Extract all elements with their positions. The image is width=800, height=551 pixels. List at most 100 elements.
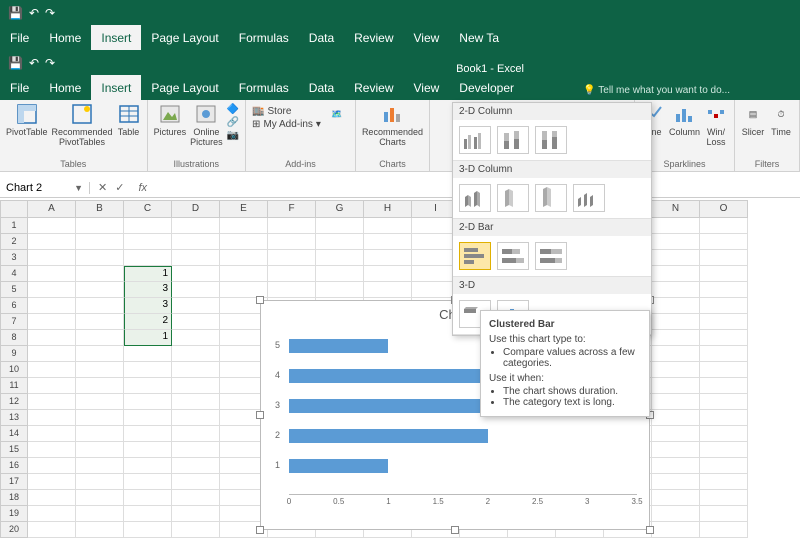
row-header[interactable]: 2: [0, 234, 28, 250]
stacked-column-icon[interactable]: [497, 126, 529, 154]
cell[interactable]: [28, 458, 76, 474]
menu-tab-page-layout[interactable]: Page Layout: [141, 75, 228, 100]
column-header[interactable]: F: [268, 200, 316, 218]
clustered-column-icon[interactable]: [459, 126, 491, 154]
3d-stacked-column-icon[interactable]: [497, 184, 529, 212]
cell[interactable]: [172, 218, 220, 234]
cell[interactable]: [700, 266, 748, 282]
cell[interactable]: [172, 314, 220, 330]
cell[interactable]: [28, 234, 76, 250]
menu-tab-insert[interactable]: Insert: [91, 75, 141, 100]
cell[interactable]: [124, 234, 172, 250]
cell[interactable]: [364, 234, 412, 250]
cancel-formula-icon[interactable]: ✕: [98, 181, 107, 194]
row-header[interactable]: 15: [0, 442, 28, 458]
cell[interactable]: [652, 330, 700, 346]
timeline-button[interactable]: ⏱Time: [769, 102, 793, 137]
cell[interactable]: [316, 266, 364, 282]
cell[interactable]: [268, 234, 316, 250]
row-header[interactable]: 8: [0, 330, 28, 346]
cell[interactable]: [28, 490, 76, 506]
row-header[interactable]: 18: [0, 490, 28, 506]
cell[interactable]: [316, 282, 364, 298]
cell[interactable]: [652, 314, 700, 330]
cell[interactable]: [76, 506, 124, 522]
stacked-bar-icon[interactable]: [497, 242, 529, 270]
cell[interactable]: [172, 522, 220, 538]
bing-maps-button[interactable]: 🗺️: [325, 102, 349, 126]
enter-formula-icon[interactable]: ✓: [115, 181, 124, 194]
menu-tab-formulas[interactable]: Formulas: [229, 25, 299, 50]
cell[interactable]: [76, 394, 124, 410]
column-header[interactable]: C: [124, 200, 172, 218]
cell[interactable]: [28, 474, 76, 490]
cell[interactable]: [172, 378, 220, 394]
column-header[interactable]: H: [364, 200, 412, 218]
undo-icon[interactable]: ↶: [29, 6, 39, 20]
cell[interactable]: [652, 298, 700, 314]
cell[interactable]: [652, 346, 700, 362]
cell[interactable]: [700, 346, 748, 362]
row-header[interactable]: 7: [0, 314, 28, 330]
cell[interactable]: [76, 426, 124, 442]
chevron-down-icon[interactable]: ▼: [74, 183, 83, 193]
cell[interactable]: [364, 266, 412, 282]
cell[interactable]: [700, 218, 748, 234]
recommended-charts-button[interactable]: Recommended Charts: [362, 102, 423, 147]
cell[interactable]: [76, 522, 124, 538]
cell[interactable]: [700, 490, 748, 506]
cell[interactable]: [652, 362, 700, 378]
cell[interactable]: [652, 394, 700, 410]
cell[interactable]: [124, 522, 172, 538]
resize-handle[interactable]: [451, 526, 459, 534]
menu-tab-view[interactable]: View: [404, 25, 450, 50]
cell[interactable]: [28, 378, 76, 394]
cell[interactable]: [172, 410, 220, 426]
cell[interactable]: [76, 474, 124, 490]
row-header[interactable]: 5: [0, 282, 28, 298]
cell[interactable]: [652, 218, 700, 234]
cell[interactable]: [76, 282, 124, 298]
cell[interactable]: [700, 250, 748, 266]
menu-tab-formulas[interactable]: Formulas: [229, 75, 299, 100]
cell[interactable]: [268, 218, 316, 234]
name-box[interactable]: Chart 2▼: [0, 182, 90, 194]
menu-tab-review[interactable]: Review: [344, 75, 403, 100]
column-header[interactable]: A: [28, 200, 76, 218]
menu-tab-home[interactable]: Home: [39, 75, 91, 100]
cell[interactable]: [28, 426, 76, 442]
tell-me-search[interactable]: 💡 Tell me what you want to do...: [583, 85, 730, 96]
cell[interactable]: [28, 442, 76, 458]
my-addins-button[interactable]: ⊞ My Add-ins ▾: [252, 119, 321, 130]
cell[interactable]: [28, 346, 76, 362]
cell[interactable]: [28, 506, 76, 522]
row-header[interactable]: 17: [0, 474, 28, 490]
cell[interactable]: [652, 458, 700, 474]
cell[interactable]: [28, 362, 76, 378]
screenshot-button[interactable]: 📷: [227, 130, 239, 141]
cell[interactable]: [28, 250, 76, 266]
undo-icon[interactable]: ↶: [29, 56, 39, 70]
cell[interactable]: [76, 250, 124, 266]
row-header[interactable]: 12: [0, 394, 28, 410]
chart-bar[interactable]: [289, 429, 488, 443]
row-header[interactable]: 14: [0, 426, 28, 442]
cell[interactable]: [700, 522, 748, 538]
cell[interactable]: [28, 298, 76, 314]
cell[interactable]: [76, 378, 124, 394]
column-header[interactable]: O: [700, 200, 748, 218]
online-pictures-button[interactable]: Online Pictures: [190, 102, 223, 147]
cell[interactable]: [700, 282, 748, 298]
cell[interactable]: [172, 234, 220, 250]
cell[interactable]: [124, 218, 172, 234]
cell[interactable]: [364, 218, 412, 234]
cell[interactable]: [700, 330, 748, 346]
cell[interactable]: [652, 410, 700, 426]
cell[interactable]: [76, 410, 124, 426]
cell[interactable]: [172, 330, 220, 346]
menu-tab-file[interactable]: File: [0, 75, 39, 100]
cell[interactable]: [700, 362, 748, 378]
cell[interactable]: [172, 442, 220, 458]
menu-tab-new-ta[interactable]: New Ta: [449, 25, 509, 50]
cell[interactable]: [76, 330, 124, 346]
